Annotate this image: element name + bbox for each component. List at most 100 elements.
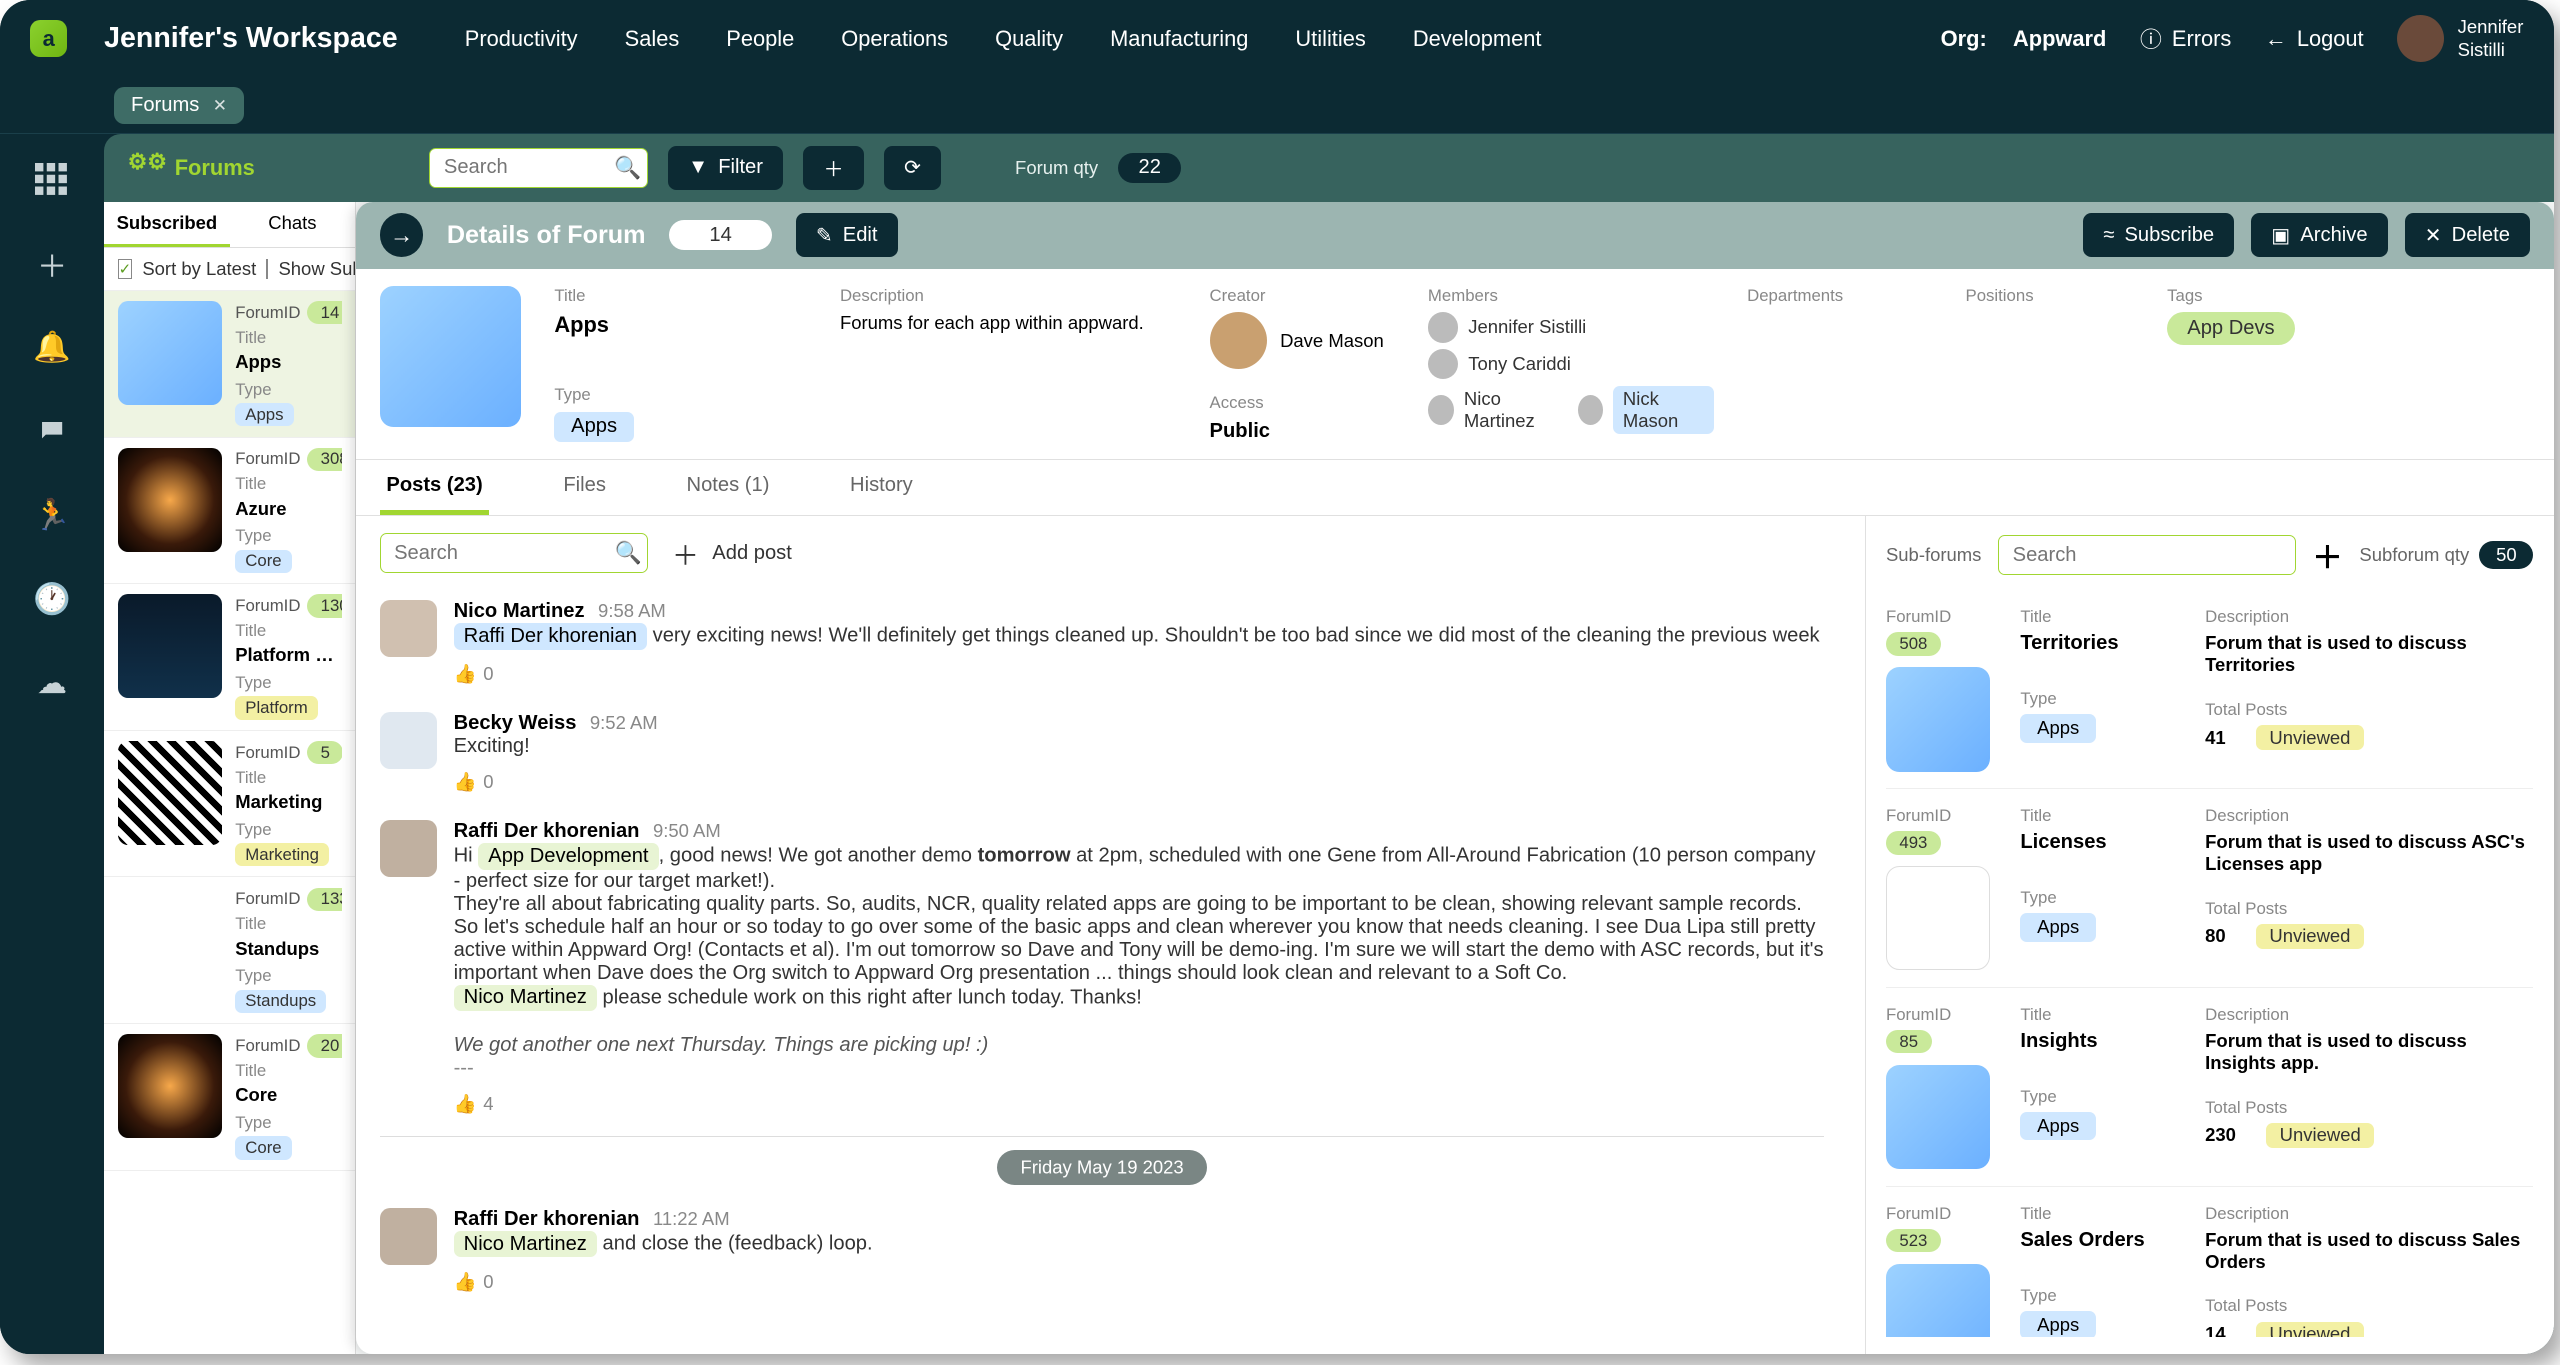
sort-checkbox[interactable]: ✓ — [118, 259, 133, 279]
archive-button[interactable]: ▣Archive — [2251, 213, 2388, 257]
edit-button[interactable]: ✎Edit — [796, 213, 898, 257]
nav-manufacturing[interactable]: Manufacturing — [1110, 26, 1248, 52]
add-post-button[interactable]: ＋Add post — [672, 534, 792, 573]
forums-heading: Forums — [175, 155, 255, 181]
subforum-card[interactable]: ForumID523 TitleSales Orders TypeApps De… — [1886, 1187, 2533, 1337]
post-avatar — [380, 600, 437, 657]
x-icon: ✕ — [2425, 223, 2442, 248]
pencil-icon: ✎ — [816, 223, 833, 248]
like-button[interactable]: 👍0 — [454, 1271, 1825, 1293]
post-list[interactable]: Nico Martinez9:58 AM Raffi Der khorenian… — [380, 587, 1842, 1337]
left-rail: ＋ 🔔 🏃 🕐 ☁ — [0, 134, 104, 1354]
run-icon[interactable]: 🏃 — [34, 497, 71, 534]
add-forum-button[interactable]: ＋ — [803, 146, 863, 190]
back-button[interactable]: → — [380, 213, 424, 257]
subforum-card[interactable]: ForumID508 TitleTerritories TypeApps Des… — [1886, 591, 2533, 790]
member-row[interactable]: Nico Martinez — [1428, 386, 1561, 433]
plus-icon: ＋ — [672, 534, 699, 573]
funnel-icon: ▼ — [688, 156, 708, 179]
topbar: a Jennifer's Workspace Productivity Sale… — [0, 0, 2554, 77]
detail-thumbnail — [380, 286, 521, 427]
thumbs-up-icon: 👍 — [454, 663, 477, 685]
app-logo: a — [30, 20, 67, 57]
nav-quality[interactable]: Quality — [995, 26, 1063, 52]
subforums-panel: Sub-forums ＋ Subforum qty50 ForumID508 T… — [1865, 516, 2554, 1354]
subforum-thumbnail — [1886, 1264, 1990, 1337]
like-button[interactable]: 👍4 — [454, 1093, 1825, 1115]
thumbs-up-icon: 👍 — [454, 1093, 477, 1115]
mention[interactable]: Nico Martinez — [454, 1231, 597, 1257]
subforums-label: Sub-forums — [1886, 544, 1981, 566]
tab-subscribed[interactable]: Subscribed — [104, 202, 230, 247]
bell-icon[interactable]: 🔔 — [34, 329, 71, 366]
plus-icon[interactable]: ＋ — [34, 245, 71, 282]
forums-toolbar: ⚙⚙Forums 🔍 ▼Filter ＋ ⟳ Forum qty 22 — [104, 134, 2553, 201]
org-selector[interactable]: Org: Appward — [1941, 26, 2107, 52]
mention[interactable]: Raffi Der khorenian — [454, 623, 647, 649]
subforum-card[interactable]: ForumID493 TitleLicenses TypeApps Descri… — [1886, 789, 2533, 988]
subforum-card[interactable]: ForumID85 TitleInsights TypeApps Descrip… — [1886, 988, 2533, 1187]
chat-icon[interactable] — [34, 413, 71, 450]
nav-sales[interactable]: Sales — [625, 26, 680, 52]
detail-title: Details of Forum — [447, 221, 646, 250]
post-item: Becky Weiss9:52 AM Exciting! 👍0 — [380, 698, 1825, 806]
add-subforum-button[interactable]: ＋ — [2312, 533, 2342, 577]
top-nav: Productivity Sales People Operations Qua… — [465, 26, 1542, 52]
date-separator: Friday May 19 2023 — [380, 1150, 1825, 1181]
nav-operations[interactable]: Operations — [841, 26, 948, 52]
member-row[interactable]: Jennifer Sistilli — [1428, 312, 1714, 342]
member-row[interactable]: Tony Cariddi — [1428, 349, 1714, 379]
app-tab-forums[interactable]: Forums✕ — [114, 87, 243, 123]
nav-people[interactable]: People — [726, 26, 794, 52]
delete-button[interactable]: ✕Delete — [2405, 213, 2531, 257]
cloud-icon[interactable]: ☁ — [34, 665, 71, 702]
forum-search[interactable]: 🔍 — [429, 148, 647, 188]
alert-icon: ⓘ — [2140, 23, 2162, 54]
member-row[interactable]: Nick Mason — [1578, 386, 1714, 433]
clock-icon[interactable]: 🕐 — [34, 581, 71, 618]
forum-card[interactable]: ForumID133 Title Standups Type Standups — [104, 877, 355, 1024]
post-search[interactable]: 🔍 — [380, 533, 649, 573]
forum-card[interactable]: ForumID14 Title Apps Type Apps — [104, 291, 355, 438]
subscribe-button[interactable]: ≈Subscribe — [2083, 213, 2234, 257]
like-button[interactable]: 👍0 — [454, 771, 1825, 793]
forum-card[interactable]: ForumID5 Title Marketing Type Marketing — [104, 731, 355, 878]
tab-chats[interactable]: Chats — [230, 202, 356, 247]
logout-button[interactable]: ←Logout — [2265, 26, 2364, 52]
refresh-button[interactable]: ⟳ — [884, 146, 941, 190]
like-button[interactable]: 👍0 — [454, 663, 1825, 685]
forum-card[interactable]: ForumID130 Title Platform conc Type Plat… — [104, 584, 355, 731]
close-icon[interactable]: ✕ — [213, 95, 227, 116]
forum-thumbnail — [118, 1034, 222, 1138]
nav-productivity[interactable]: Productivity — [465, 26, 578, 52]
user-menu[interactable]: JenniferSistilli — [2397, 15, 2523, 62]
forum-thumbnail — [118, 301, 222, 405]
access-value: Public — [1210, 420, 1395, 443]
forum-thumbnail — [118, 594, 222, 698]
subforum-thumbnail — [1886, 667, 1990, 771]
tag-pill[interactable]: App Devs — [2167, 312, 2295, 345]
tab-files[interactable]: Files — [557, 460, 613, 515]
filter-button[interactable]: ▼Filter — [668, 146, 783, 190]
show-subf-checkbox[interactable] — [266, 259, 268, 279]
tab-posts[interactable]: Posts (23) — [380, 460, 490, 515]
archive-icon: ▣ — [2271, 223, 2290, 248]
forum-card[interactable]: ForumID308 Title Azure Type Core — [104, 438, 355, 585]
errors-button[interactable]: ⓘErrors — [2140, 23, 2231, 54]
mention[interactable]: App Development — [478, 843, 658, 869]
nav-utilities[interactable]: Utilities — [1295, 26, 1365, 52]
forum-qty-label: Forum qty — [1015, 157, 1098, 179]
tab-notes[interactable]: Notes (1) — [680, 460, 776, 515]
search-icon: 🔍 — [615, 540, 642, 566]
creator-avatar — [1210, 312, 1267, 369]
post-search-input[interactable] — [380, 533, 649, 573]
nav-development[interactable]: Development — [1413, 26, 1542, 52]
tab-history[interactable]: History — [843, 460, 919, 515]
workspace-title: Jennifer's Workspace — [104, 22, 397, 55]
apps-grid-icon[interactable] — [34, 161, 71, 198]
subforum-search-input[interactable] — [1998, 535, 2295, 575]
detail-title-value: Apps — [554, 312, 806, 338]
forum-card[interactable]: ForumID20 Title Core Type Core — [104, 1024, 355, 1171]
arrow-left-icon: ← — [2265, 26, 2287, 52]
mention[interactable]: Nico Martinez — [454, 985, 597, 1011]
